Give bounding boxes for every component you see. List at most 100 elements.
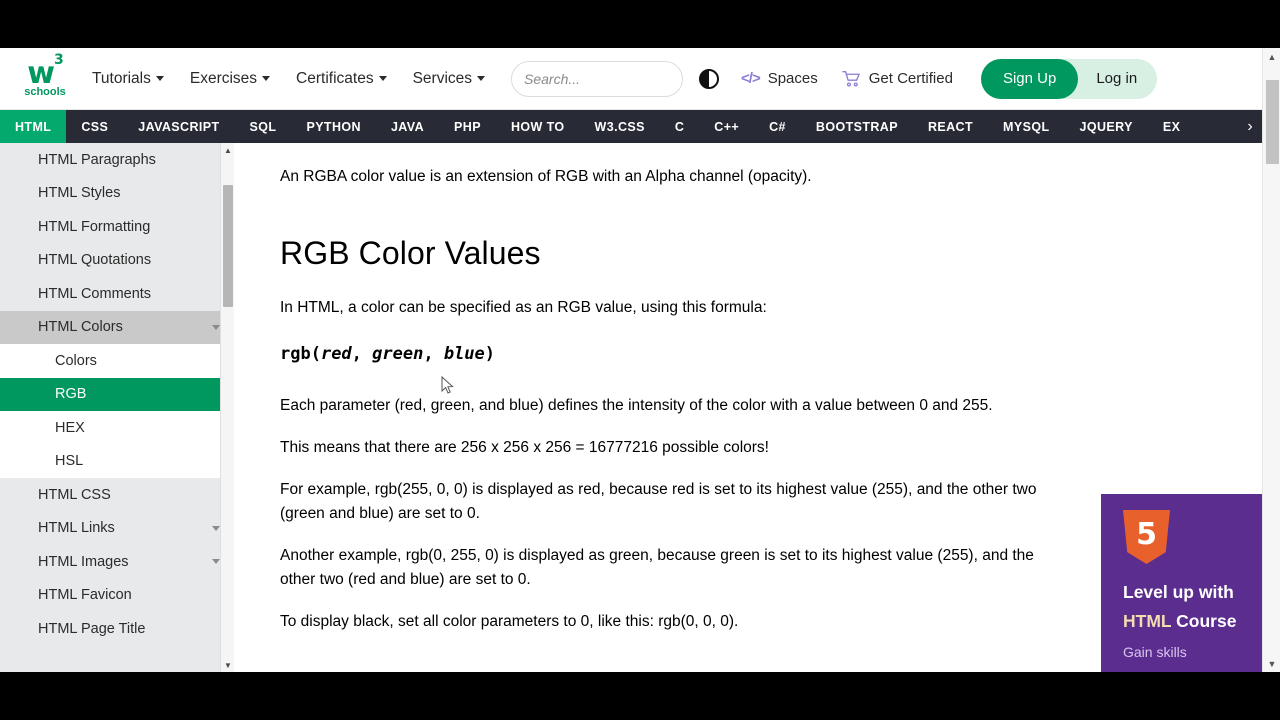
shopping-cart-icon xyxy=(842,70,861,87)
chevron-down-icon xyxy=(477,75,486,81)
letterbox-top xyxy=(0,0,1280,48)
nav-certificates[interactable]: Certificates xyxy=(296,70,387,88)
tab-csharp[interactable]: C# xyxy=(754,110,801,143)
tab-bootstrap[interactable]: BOOTSTRAP xyxy=(801,110,913,143)
sidebar-item-colors[interactable]: Colors xyxy=(0,344,234,378)
sidebar-item-html-images[interactable]: HTML Images xyxy=(0,545,234,579)
formula-green: green xyxy=(372,344,424,365)
ad-headline: Level up with xyxy=(1123,582,1234,602)
triangle-down-icon[interactable]: ▼ xyxy=(221,658,234,672)
search-box[interactable] xyxy=(511,60,707,97)
sidebar-item-html-images-label: HTML Images xyxy=(38,553,129,570)
ad-subheadline: HTML Course xyxy=(1123,611,1262,632)
tab-w3css[interactable]: W3.CSS xyxy=(580,110,660,143)
sidebar-item-html-paragraphs[interactable]: HTML Paragraphs xyxy=(0,143,234,177)
tab-css[interactable]: CSS xyxy=(66,110,123,143)
sidebar-item-html-favicon[interactable]: HTML Favicon xyxy=(0,579,234,613)
paragraph-example-black: To display black, set all color paramete… xyxy=(280,613,739,631)
formula-sep1: , xyxy=(351,344,373,365)
nav-exercises-label: Exercises xyxy=(189,69,258,87)
chevron-down-icon xyxy=(212,525,220,531)
rgb-formula: rgb(red, green, blue) xyxy=(280,344,1262,364)
language-tabbar: HTML CSS JAVASCRIPT SQL PYTHON JAVA PHP … xyxy=(0,110,1262,143)
page-body: HTML Paragraphs HTML Styles HTML Formatt… xyxy=(0,143,1262,672)
intro-paragraph: An RGBA color value is an extension of R… xyxy=(280,168,812,185)
tab-html[interactable]: HTML xyxy=(0,110,67,143)
sidebar-item-html-styles[interactable]: HTML Styles xyxy=(0,177,234,211)
tab-jquery[interactable]: JQUERY xyxy=(1064,110,1147,143)
nav-tutorials[interactable]: Tutorials xyxy=(92,70,164,88)
logo-letter: w xyxy=(27,56,55,91)
sidebar-item-html-links-label: HTML Links xyxy=(38,520,115,537)
sidebar-item-html-css[interactable]: HTML CSS xyxy=(0,478,234,512)
formula-blue: blue xyxy=(443,344,485,365)
search-input[interactable] xyxy=(524,70,707,87)
chevron-down-icon xyxy=(378,75,387,81)
sidebar-item-hex[interactable]: HEX xyxy=(0,411,234,445)
ad-subheadline-highlight: HTML xyxy=(1123,611,1172,631)
site-header: w3 schools Tutorials Exercises Certifica… xyxy=(0,48,1262,110)
sidebar-item-hsl[interactable]: HSL xyxy=(0,444,234,478)
sidebar-menu: HTML Paragraphs HTML Styles HTML Formatt… xyxy=(0,143,234,672)
logo-mark: w3 xyxy=(27,53,63,91)
page-title: RGB Color Values xyxy=(280,235,541,272)
paragraph-parameter-range: Each parameter (red, green, and blue) de… xyxy=(280,397,993,415)
chevron-down-icon xyxy=(212,324,220,330)
tab-c[interactable]: C xyxy=(660,110,699,143)
sidebar-item-html-links[interactable]: HTML Links xyxy=(0,512,234,546)
spaces-label: Spaces xyxy=(767,70,818,87)
ad-subheadline-rest: Course xyxy=(1171,611,1237,631)
nav-services-label: Services xyxy=(412,69,473,87)
paragraph-example-red: For example, rgb(255, 0, 0) is displayed… xyxy=(280,481,1037,523)
nav-exercises[interactable]: Exercises xyxy=(189,69,271,88)
main-scrollbar[interactable]: ▲ ▼ xyxy=(1262,48,1280,672)
formula-sep2: , xyxy=(423,344,444,365)
sidebar-item-html-colors[interactable]: HTML Colors xyxy=(0,310,234,344)
triangle-up-icon[interactable]: ▲ xyxy=(1263,48,1280,65)
sidebar-item-html-colors-label: HTML Colors xyxy=(38,319,123,336)
tab-php[interactable]: PHP xyxy=(439,110,496,143)
tab-sql[interactable]: SQL xyxy=(235,110,292,143)
tab-mysql[interactable]: MYSQL xyxy=(988,110,1064,143)
w3schools-logo[interactable]: w3 schools xyxy=(14,53,76,98)
nav-services[interactable]: Services xyxy=(412,69,486,88)
sidebar-scrollbar[interactable]: ▲ ▼ xyxy=(220,143,234,672)
html5-shield-icon: 5 xyxy=(1123,510,1170,564)
tab-javascript[interactable]: JAVASCRIPT xyxy=(123,110,234,143)
triangle-up-icon[interactable]: ▲ xyxy=(221,143,234,157)
letterbox-bottom xyxy=(0,672,1280,720)
sidebar-scrollbar-thumb[interactable] xyxy=(223,185,233,307)
formula-red: red xyxy=(320,344,352,365)
tab-how-to[interactable]: HOW TO xyxy=(496,110,580,143)
log-in-button[interactable]: Log in xyxy=(1078,59,1157,99)
spaces-link[interactable]: </> Spaces xyxy=(741,70,818,87)
chevron-down-icon xyxy=(262,75,271,81)
tab-python[interactable]: PYTHON xyxy=(291,110,376,143)
triangle-down-icon[interactable]: ▼ xyxy=(1263,655,1280,672)
screen: w3 schools Tutorials Exercises Certifica… xyxy=(0,0,1280,720)
auth-buttons: Sign Up Log in xyxy=(980,58,1158,99)
formula-prefix: rgb( xyxy=(280,344,321,365)
sidebar-item-html-formatting[interactable]: HTML Formatting xyxy=(0,210,234,244)
ad-tagline: Gain skills xyxy=(1123,644,1187,660)
chevron-right-icon[interactable]: › xyxy=(1238,110,1262,143)
sign-up-button[interactable]: Sign Up xyxy=(980,58,1079,99)
sidebar-item-html-comments[interactable]: HTML Comments xyxy=(0,277,234,311)
tab-react[interactable]: REACT xyxy=(913,110,988,143)
tab-java[interactable]: JAVA xyxy=(376,110,439,143)
nav-certificates-label: Certificates xyxy=(296,69,374,87)
nav-tutorials-label: Tutorials xyxy=(92,69,151,87)
contrast-circle-icon[interactable] xyxy=(699,68,720,89)
sidebar-item-html-quotations[interactable]: HTML Quotations xyxy=(0,244,234,278)
sidebar-item-rgb[interactable]: RGB xyxy=(0,377,234,411)
browser-viewport: w3 schools Tutorials Exercises Certifica… xyxy=(0,48,1280,672)
get-certified-link[interactable]: Get Certified xyxy=(842,70,953,87)
paragraph-example-green: Another example, rgb(0, 255, 0) is displ… xyxy=(280,547,1034,589)
tab-excel[interactable]: EX xyxy=(1148,110,1195,143)
sidebar-item-html-page-title[interactable]: HTML Page Title xyxy=(0,612,234,646)
ad-panel-html-course[interactable]: 5 Level up with HTML Course Gain skills xyxy=(1101,494,1262,672)
logo-superscript: 3 xyxy=(53,52,64,68)
tab-cpp[interactable]: C++ xyxy=(699,110,754,143)
main-scrollbar-thumb[interactable] xyxy=(1266,80,1279,164)
paragraph-formula-intro: In HTML, a color can be specified as an … xyxy=(280,299,767,317)
